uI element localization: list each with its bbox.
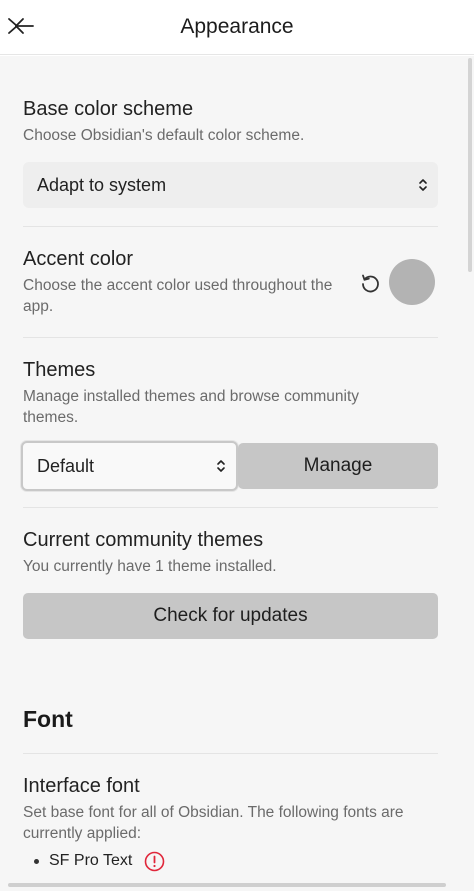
divider [23,226,438,227]
font-list-item: SF Pro Text [34,852,132,870]
color-scheme-dropdown[interactable]: Adapt to system [23,162,438,208]
section-heading-font: Font [23,706,73,732]
setting-accent-color: Accent color Choose the accent color use… [23,247,353,317]
setting-title: Accent color [23,248,134,270]
setting-themes: Themes Manage installed themes and brows… [23,358,413,428]
setting-title: Current community themes [23,529,264,551]
setting-title: Base color scheme [23,98,194,120]
vertical-scrollbar[interactable] [468,58,472,272]
setting-interface-font: Interface font Set base font for all of … [23,774,413,844]
setting-description: Manage installed themes and browse commu… [23,388,360,426]
setting-description: You currently have 1 theme installed. [23,558,277,575]
bullet [34,858,39,864]
dropdown-value: Default [37,455,95,476]
divider [23,507,438,508]
setting-description: Choose the accent color used throughout … [23,277,333,315]
header-bar: Appearance [0,0,474,55]
chevron-updown-icon [419,179,427,191]
divider [23,337,438,338]
horizontal-scrollbar[interactable] [8,883,446,887]
setting-base-color-scheme: Base color scheme Choose Obsidian's defa… [23,97,438,146]
theme-dropdown[interactable]: Default [21,441,238,491]
setting-title: Themes [23,359,96,381]
check-for-updates-button[interactable]: Check for updates [23,593,438,639]
page-title: Appearance [180,15,294,38]
reset-icon[interactable] [358,271,382,295]
accent-color-swatch[interactable] [389,259,435,305]
divider [23,753,438,754]
setting-title: Interface font [23,775,140,797]
setting-community-themes: Current community themes You currently h… [23,528,438,577]
chevron-updown-icon [217,460,225,472]
dropdown-value: Adapt to system [37,174,167,195]
setting-description: Choose Obsidian's default color scheme. [23,127,305,144]
manage-themes-button[interactable]: Manage [238,443,438,489]
setting-description: Set base font for all of Obsidian. The f… [23,804,404,842]
font-name: SF Pro Text [49,852,133,869]
warning-icon[interactable] [144,851,165,872]
